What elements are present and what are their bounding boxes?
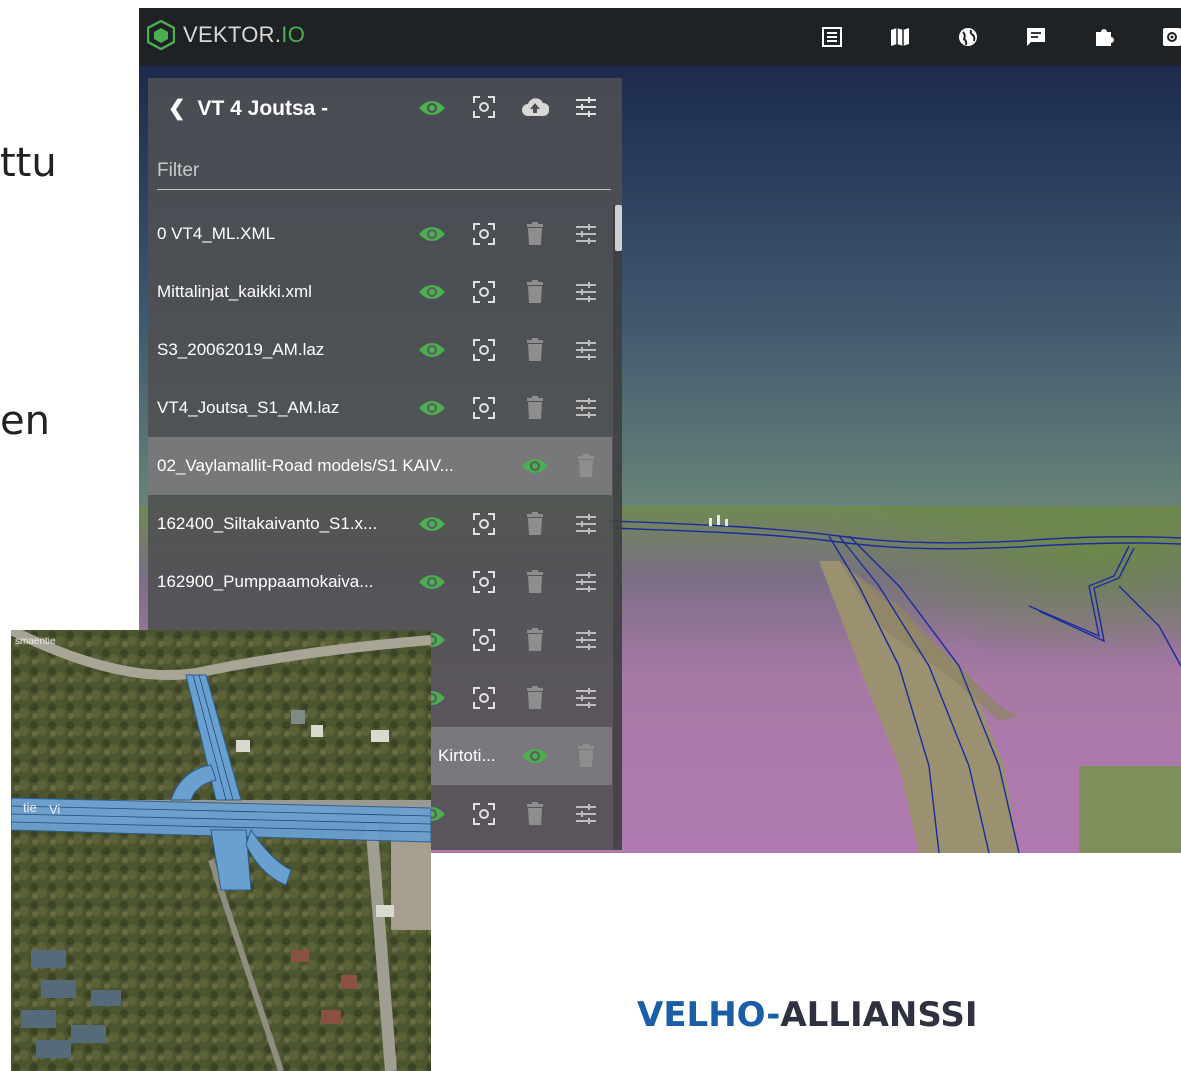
back-button[interactable]: ❮ VT 4 Joutsa - — [168, 96, 328, 121]
adjust-sliders-icon[interactable] — [572, 568, 600, 596]
visibility-eye-icon[interactable] — [521, 452, 549, 480]
visibility-eye-icon[interactable] — [521, 742, 549, 770]
map-label-road-top: smaentie — [15, 636, 56, 647]
scrollbar-track[interactable] — [613, 205, 622, 850]
table-list-icon[interactable] — [817, 22, 847, 52]
map-label-road-left-2: Vi — [49, 802, 60, 817]
hexagon-logo-icon — [147, 20, 175, 50]
puzzle-icon[interactable] — [1089, 22, 1119, 52]
adjust-sliders-icon[interactable] — [572, 336, 600, 364]
delete-trash-icon[interactable] — [572, 742, 600, 770]
slide-text-fragment-top: ttu — [0, 140, 57, 186]
visibility-eye-icon[interactable] — [418, 394, 446, 422]
focus-target-icon[interactable] — [470, 220, 498, 248]
focus-target-icon[interactable] — [470, 93, 498, 121]
layer-row[interactable]: VT4_Joutsa_S1_AM.laz — [148, 379, 612, 437]
focus-target-icon[interactable] — [470, 684, 498, 712]
logo-text-accent: IO — [281, 22, 306, 47]
delete-trash-icon[interactable] — [521, 336, 549, 364]
delete-trash-icon[interactable] — [521, 220, 549, 248]
adjust-sliders-icon[interactable] — [572, 510, 600, 538]
layer-label: Kirtoti... — [438, 746, 496, 765]
visibility-eye-icon[interactable] — [418, 220, 446, 248]
adjust-sliders-icon[interactable] — [572, 684, 600, 712]
adjust-sliders-icon[interactable] — [572, 800, 600, 828]
layer-row[interactable]: 0 VT4_ML.XML — [148, 205, 612, 263]
delete-trash-icon[interactable] — [521, 510, 549, 538]
delete-trash-icon[interactable] — [521, 394, 549, 422]
visibility-eye-icon[interactable] — [418, 94, 446, 122]
delete-trash-icon[interactable] — [521, 800, 549, 828]
adjust-sliders-icon[interactable] — [572, 626, 600, 654]
layer-label: VT4_Joutsa_S1_AM.laz — [157, 398, 340, 417]
adjust-sliders-icon[interactable] — [572, 278, 600, 306]
delete-trash-icon[interactable] — [521, 626, 549, 654]
focus-target-icon[interactable] — [470, 568, 498, 596]
slide-text-fragment-middle: en — [0, 398, 50, 444]
visibility-eye-icon[interactable] — [418, 278, 446, 306]
visibility-eye-icon[interactable] — [418, 510, 446, 538]
comment-icon[interactable] — [1021, 22, 1051, 52]
focus-target-icon[interactable] — [470, 278, 498, 306]
layer-label: 162400_Siltakaivanto_S1.x... — [157, 514, 378, 533]
layer-label: Mittalinjat_kaikki.xml — [157, 282, 312, 301]
scrollbar-thumb[interactable] — [615, 205, 622, 251]
layer-group-row[interactable]: 02_Vaylamallit-Road models/S1 KAIV... — [148, 437, 612, 495]
map-icon[interactable] — [885, 22, 915, 52]
visibility-eye-icon[interactable] — [418, 336, 446, 364]
layer-row[interactable]: 162900_Pumppaamokaiva... — [148, 553, 612, 611]
focus-target-icon[interactable] — [470, 394, 498, 422]
layer-label: S3_20062019_AM.laz — [157, 340, 325, 359]
velho-allianssi-brand: VELHO-ALLIANSSI — [637, 995, 977, 1035]
adjust-sliders-icon[interactable] — [572, 220, 600, 248]
map-label-road-left: tie — [23, 800, 37, 815]
brand-suffix: ALLIANSSI — [780, 995, 978, 1035]
delete-trash-icon[interactable] — [521, 568, 549, 596]
focus-target-icon[interactable] — [470, 800, 498, 828]
filter-input[interactable] — [157, 153, 611, 190]
layer-row[interactable]: Mittalinjat_kaikki.xml — [148, 263, 612, 321]
layer-label: 02_Vaylamallit-Road models/S1 KAIV... — [157, 456, 454, 475]
globe-icon[interactable] — [953, 22, 983, 52]
delete-trash-icon[interactable] — [521, 684, 549, 712]
delete-trash-icon[interactable] — [521, 278, 549, 306]
layer-row[interactable]: 162400_Siltakaivanto_S1.x... — [148, 495, 612, 553]
adjust-sliders-icon[interactable] — [572, 394, 600, 422]
logo-text-main: VEKTOR. — [183, 22, 282, 47]
delete-trash-icon[interactable] — [572, 452, 600, 480]
focus-target-icon[interactable] — [470, 510, 498, 538]
vektor-logo: VEKTOR.IO — [147, 20, 305, 50]
cloud-upload-icon[interactable] — [521, 93, 549, 121]
map-inset: smaentie tie Vi — [11, 630, 431, 1071]
brand-prefix: VELHO- — [637, 995, 781, 1035]
satellite-map: smaentie tie Vi — [11, 630, 431, 1071]
chevron-left-icon: ❮ — [168, 97, 186, 120]
layer-row[interactable]: S3_20062019_AM.laz — [148, 321, 612, 379]
panel-header: ❮ VT 4 Joutsa - — [148, 78, 622, 138]
layer-label: 162900_Pumppaamokaiva... — [157, 572, 374, 591]
adjust-sliders-icon[interactable] — [572, 93, 600, 121]
visibility-eye-icon[interactable] — [418, 568, 446, 596]
settings-icon[interactable] — [1157, 22, 1181, 52]
focus-target-icon[interactable] — [470, 336, 498, 364]
project-title: VT 4 Joutsa - — [197, 97, 329, 120]
layer-label: 0 VT4_ML.XML — [157, 224, 276, 243]
top-toolbar: VEKTOR.IO — [139, 8, 1181, 66]
focus-target-icon[interactable] — [470, 626, 498, 654]
